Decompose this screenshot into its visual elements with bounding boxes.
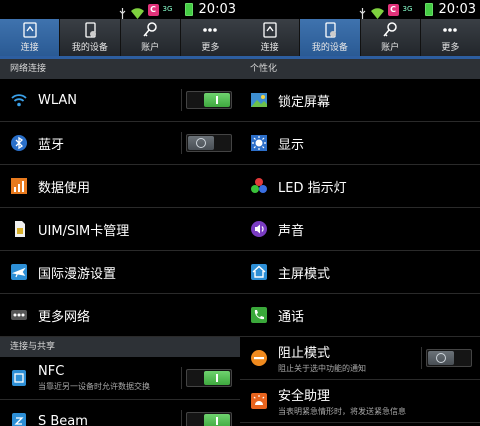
setting-title: 主屏模式	[278, 266, 331, 282]
tab-label: 我的设备	[71, 43, 108, 53]
more-icon	[201, 22, 219, 38]
setting-title: 锁定屏幕	[278, 94, 331, 110]
setting-lock-screen[interactable]: 锁定屏幕	[240, 79, 480, 122]
setting-title: 数据使用	[38, 180, 91, 196]
airplane-icon	[10, 263, 28, 281]
device-icon	[321, 22, 339, 38]
setting-sound[interactable]: 声音	[240, 208, 480, 251]
tab-label: 我的设备	[311, 43, 348, 53]
setting-title: 更多网络	[38, 309, 91, 325]
tab-label: 更多	[201, 43, 220, 53]
tab-connections[interactable]: 连接	[240, 19, 301, 56]
blocking-mode-toggle[interactable]	[426, 349, 472, 367]
tab-bar: 连接 我的设备 账户 更多	[240, 19, 480, 59]
setting-bluetooth[interactable]: 蓝牙	[0, 122, 240, 165]
connections-icon	[261, 22, 279, 38]
tab-my-device[interactable]: 我的设备	[60, 19, 121, 56]
setting-title: UIM/SIM卡管理	[38, 223, 130, 239]
setting-led-indicator[interactable]: LED 指示灯	[240, 165, 480, 208]
right-screen: C 3G 20:03 连接 我的设备 账户 更多 个性化 锁定屏幕 显示 LED…	[240, 0, 480, 426]
data-usage-icon	[10, 177, 28, 195]
connections-icon	[21, 22, 39, 38]
wifi-icon	[10, 91, 28, 109]
led-indicator-icon	[250, 177, 268, 195]
lock-screen-icon	[250, 91, 268, 109]
divider	[181, 367, 182, 389]
battery-icon	[184, 3, 193, 16]
blocking-mode-icon	[250, 349, 268, 367]
status-time: 20:03	[198, 2, 236, 17]
setting-title: 国际漫游设置	[38, 266, 117, 282]
left-screen: C 3G 20:03 连接 我的设备 账户 更多 网络连接 WLAN 蓝牙 数据…	[0, 0, 240, 426]
setting-title: LED 指示灯	[278, 180, 347, 196]
setting-safety-assistant[interactable]: 安全助理 当表明紧急情形时，将发送紧急信息	[240, 380, 480, 423]
battery-icon	[424, 3, 433, 16]
wifi-status-icon	[130, 4, 144, 19]
setting-data-usage[interactable]: 数据使用	[0, 165, 240, 208]
tab-label: 连接	[20, 43, 39, 53]
key-icon	[381, 22, 399, 38]
more-icon	[441, 22, 459, 38]
tab-more[interactable]: 更多	[181, 19, 240, 56]
tab-label: 连接	[260, 43, 279, 53]
device-icon	[81, 22, 99, 38]
tab-accounts[interactable]: 账户	[121, 19, 181, 56]
status-time: 20:03	[438, 2, 476, 17]
setting-title: 显示	[278, 137, 305, 153]
setting-home-screen-mode[interactable]: 主屏模式	[240, 251, 480, 294]
signal-icon: 3G	[402, 5, 413, 13]
setting-wlan[interactable]: WLAN	[0, 79, 240, 122]
setting-title: 通话	[278, 309, 305, 325]
safety-assistant-icon	[250, 392, 268, 410]
setting-blocking-mode[interactable]: 阻止模式 阻止关于选中功能的通知	[240, 337, 480, 380]
nfc-icon	[10, 369, 28, 387]
display-icon	[250, 134, 268, 152]
divider	[421, 347, 422, 369]
tab-label: 账户	[141, 43, 160, 53]
divider	[181, 89, 182, 111]
tab-accounts[interactable]: 账户	[361, 19, 421, 56]
setting-roaming[interactable]: 国际漫游设置	[0, 251, 240, 294]
setting-title: 声音	[278, 223, 305, 239]
divider	[181, 132, 182, 154]
setting-call[interactable]: 通话	[240, 294, 480, 337]
status-bar: C 3G 20:03	[240, 0, 480, 19]
more-networks-icon	[10, 306, 28, 324]
carrier-badge: C	[387, 3, 399, 16]
tab-label: 更多	[441, 43, 460, 53]
setting-sim-management[interactable]: UIM/SIM卡管理	[0, 208, 240, 251]
setting-more-networks[interactable]: 更多网络	[0, 294, 240, 337]
setting-title: 安全助理	[278, 389, 331, 404]
wifi-status-icon	[370, 4, 384, 19]
setting-display[interactable]: 显示	[240, 122, 480, 165]
setting-subtitle: 当表明紧急情形时，将发送紧急信息	[278, 407, 406, 416]
home-screen-icon	[250, 263, 268, 281]
section-header-sharing: 连接与共享	[0, 337, 240, 357]
tab-label: 账户	[381, 43, 400, 53]
call-icon	[250, 306, 268, 324]
tab-connections[interactable]: 连接	[0, 19, 61, 56]
sbeam-icon	[10, 412, 28, 426]
bluetooth-icon	[10, 134, 28, 152]
sound-icon	[250, 220, 268, 238]
carrier-badge: C	[147, 3, 159, 16]
divider	[181, 410, 182, 426]
status-bar: C 3G 20:03	[0, 0, 240, 19]
signal-icon: 3G	[162, 5, 173, 13]
sim-card-icon	[10, 220, 28, 238]
key-icon	[141, 22, 159, 38]
section-header-personalization: 个性化	[240, 59, 480, 79]
nfc-toggle[interactable]	[186, 369, 232, 387]
tab-more[interactable]: 更多	[421, 19, 480, 56]
setting-nfc[interactable]: NFC 当靠近另一设备时允许数据交换	[0, 357, 240, 400]
usb-icon	[118, 4, 127, 19]
sbeam-toggle[interactable]	[186, 412, 232, 426]
setting-sbeam[interactable]: S Beam	[0, 400, 240, 426]
tab-bar: 连接 我的设备 账户 更多	[0, 19, 240, 59]
section-header-network: 网络连接	[0, 59, 240, 79]
tab-my-device[interactable]: 我的设备	[300, 19, 361, 56]
wlan-toggle[interactable]	[186, 91, 232, 109]
bluetooth-toggle[interactable]	[186, 134, 232, 152]
usb-icon	[358, 4, 367, 19]
